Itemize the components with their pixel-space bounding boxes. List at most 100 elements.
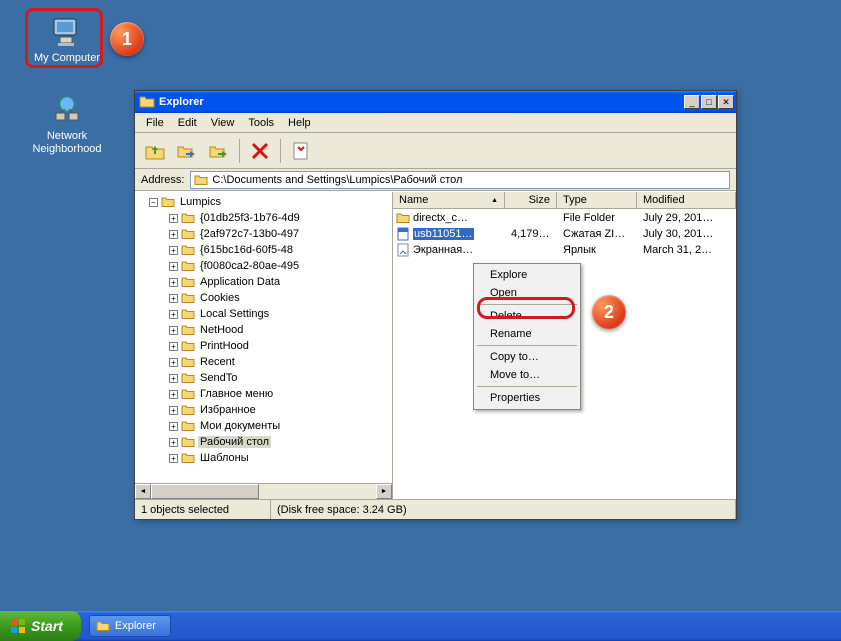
move-to-button[interactable] [205, 137, 233, 165]
status-bar: 1 objects selected (Disk free space: 3.2… [135, 499, 736, 519]
tree-item[interactable]: + PrintHood [139, 338, 392, 354]
expand-icon[interactable]: + [169, 326, 178, 335]
tree-item[interactable]: +Рабочий стол [139, 434, 392, 450]
tree-label: Application Data [198, 276, 282, 288]
expand-icon[interactable]: + [169, 342, 178, 351]
menu-edit[interactable]: Edit [171, 115, 204, 131]
column-headers: Name▲ Size Type Modified [393, 192, 736, 209]
tree-item[interactable]: +Cookies [139, 290, 392, 306]
folder-icon [181, 243, 195, 257]
tree-item[interactable]: +Мои документы [139, 418, 392, 434]
tree-item[interactable]: + Избранное [139, 402, 392, 418]
address-input[interactable]: C:\Documents and Settings\Lumpics\Рабочи… [190, 171, 730, 189]
tree-label: PrintHood [198, 340, 251, 352]
start-button[interactable]: Start [0, 611, 81, 641]
tree-item[interactable]: + {01db25f3-1b76-4d9 [139, 210, 392, 226]
list-item[interactable]: usb11051…4,179 KBСжатая ZIP…July 30, 201… [393, 226, 736, 242]
menu-help[interactable]: Help [281, 115, 318, 131]
tree-item[interactable]: + Шаблоны [139, 450, 392, 466]
scroll-track[interactable] [151, 484, 376, 499]
titlebar[interactable]: Explorer _ □ ✕ [135, 91, 736, 113]
toolbar-separator [280, 139, 281, 163]
menu-separator [477, 345, 577, 346]
context-menu-item[interactable]: Explore [476, 266, 578, 284]
list-item[interactable]: Экранная…ЯрлыкMarch 31, 2… [393, 242, 736, 258]
expand-icon[interactable]: + [169, 390, 178, 399]
tree-item[interactable]: + Application Data [139, 274, 392, 290]
maximize-button[interactable]: □ [701, 95, 717, 109]
properties-button[interactable] [287, 137, 315, 165]
horizontal-scrollbar[interactable]: ◄ ► [135, 483, 392, 499]
context-menu-item[interactable]: Move to… [476, 366, 578, 384]
address-label: Address: [141, 174, 184, 186]
context-menu-item[interactable]: Open [476, 284, 578, 302]
tree-item[interactable]: + Local Settings [139, 306, 392, 322]
context-menu-item[interactable]: Rename [476, 325, 578, 343]
taskbar-item-explorer[interactable]: Explorer [89, 615, 171, 637]
menu-file[interactable]: File [139, 115, 171, 131]
scroll-right-button[interactable]: ► [376, 484, 392, 499]
folder-icon [181, 259, 195, 273]
tree-item[interactable]: +{615bc16d-60f5-48 [139, 242, 392, 258]
folder-icon [139, 94, 155, 110]
desktop-icon-my-computer[interactable]: My Computer [30, 14, 104, 65]
folder-icon [181, 419, 195, 433]
folder-icon [181, 211, 195, 225]
delete-button[interactable] [246, 137, 274, 165]
network-icon [49, 92, 85, 128]
expand-icon[interactable]: + [169, 246, 178, 255]
tree-label: Local Settings [198, 308, 271, 320]
tree-item[interactable]: −Lumpics [139, 194, 392, 210]
toolbar [135, 133, 736, 169]
expand-icon[interactable]: + [169, 214, 178, 223]
tree-label: {2af972c7-13b0-497 [198, 228, 301, 240]
menu-tools[interactable]: Tools [241, 115, 281, 131]
context-menu-item[interactable]: Delete [476, 307, 578, 325]
column-name[interactable]: Name▲ [393, 192, 505, 208]
desktop-icon-label: My Computer [30, 52, 104, 65]
file-modified: July 29, 201… [637, 212, 736, 224]
list-item[interactable]: directx_c…File FolderJuly 29, 201… [393, 210, 736, 226]
folder-tree-pane[interactable]: −Lumpics + {01db25f3-1b76-4d9 + {2af972c7-13… [135, 192, 393, 499]
tree-item[interactable]: + {2af972c7-13b0-497 [139, 226, 392, 242]
context-menu-item[interactable]: Copy to… [476, 348, 578, 366]
scroll-left-button[interactable]: ◄ [135, 484, 151, 499]
tree-item[interactable]: +Recent [139, 354, 392, 370]
callout-number-1: 1 [110, 22, 144, 56]
context-menu-item[interactable]: Properties [476, 389, 578, 407]
expand-icon[interactable]: + [169, 374, 178, 383]
scroll-thumb[interactable] [151, 484, 259, 499]
expand-icon[interactable]: + [169, 358, 178, 367]
expand-icon[interactable]: + [169, 294, 178, 303]
folder-icon [181, 291, 195, 305]
tree-item[interactable]: +Главное меню [139, 386, 392, 402]
file-type: File Folder [557, 212, 637, 224]
collapse-icon[interactable]: − [149, 198, 158, 207]
expand-icon[interactable]: + [169, 262, 178, 271]
file-modified: March 31, 2… [637, 244, 736, 256]
folder-icon [194, 173, 208, 187]
expand-icon[interactable]: + [169, 406, 178, 415]
minimize-button[interactable]: _ [684, 95, 700, 109]
expand-icon[interactable]: + [169, 454, 178, 463]
column-size[interactable]: Size [505, 192, 557, 208]
tree-item[interactable]: +NetHood [139, 322, 392, 338]
tree-item[interactable]: +{f0080ca2-80ae-495 [139, 258, 392, 274]
column-type[interactable]: Type [557, 192, 637, 208]
expand-icon[interactable]: + [169, 278, 178, 287]
expand-icon[interactable]: + [169, 230, 178, 239]
tree-label: Избранное [198, 404, 258, 416]
folder-icon [181, 371, 195, 385]
copy-to-button[interactable] [173, 137, 201, 165]
desktop-icon-network[interactable]: Network Neighborhood [30, 92, 104, 156]
menu-view[interactable]: View [204, 115, 242, 131]
tree-label: {01db25f3-1b76-4d9 [198, 212, 302, 224]
expand-icon[interactable]: + [169, 438, 178, 447]
column-modified[interactable]: Modified [637, 192, 736, 208]
tree-item[interactable]: +SendTo [139, 370, 392, 386]
up-button[interactable] [141, 137, 169, 165]
close-button[interactable]: ✕ [718, 95, 734, 109]
expand-icon[interactable]: + [169, 310, 178, 319]
tree-label: Шаблоны [198, 452, 251, 464]
expand-icon[interactable]: + [169, 422, 178, 431]
